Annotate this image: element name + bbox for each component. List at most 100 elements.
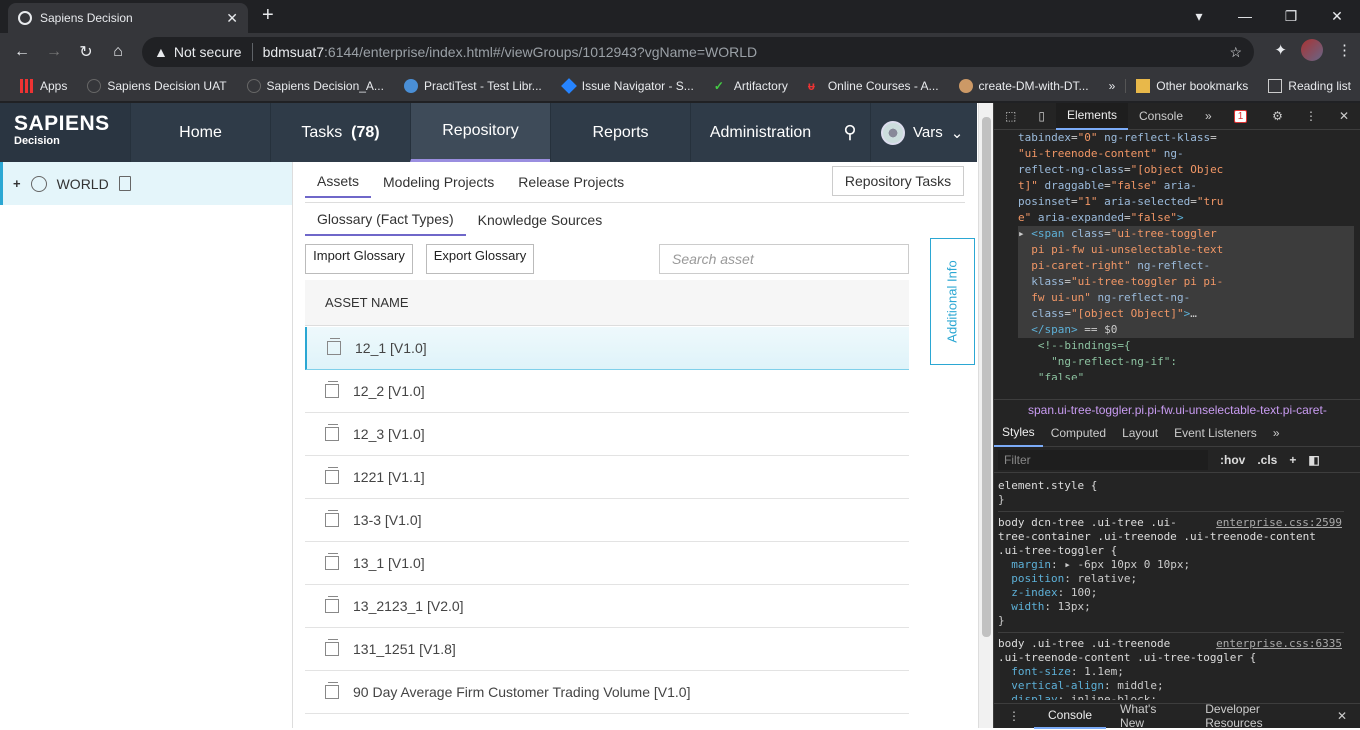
table-row[interactable]: 13_2123_1 [V2.0] <box>305 585 909 628</box>
tab-modeling-projects[interactable]: Modeling Projects <box>371 166 506 198</box>
other-bookmarks[interactable]: Other bookmarks <box>1125 79 1258 93</box>
bookmark-apps[interactable]: Apps <box>10 79 77 93</box>
tab-computed[interactable]: Computed <box>1043 420 1114 447</box>
table-row[interactable]: 13-3 [V1.0] <box>305 499 909 542</box>
drawer-menu-icon[interactable]: ⋮ <box>994 704 1034 729</box>
globe-icon <box>30 175 47 192</box>
inspect-icon[interactable]: ⬚ <box>994 103 1027 130</box>
device-toggle-icon[interactable]: ▯ <box>1027 103 1056 130</box>
reading-list[interactable]: Reading list <box>1258 79 1360 93</box>
table-row[interactable]: 13_1 [V1.0] <box>305 542 909 585</box>
more-tabs-icon[interactable]: » <box>1194 103 1223 130</box>
warning-icon: ▲ <box>154 44 168 60</box>
add-rule-icon[interactable]: + <box>1289 453 1296 467</box>
tab-elements[interactable]: Elements <box>1055 102 1128 130</box>
user-menu[interactable]: Vars ⌄ <box>870 103 963 162</box>
secondary-tabs: Glossary (Fact Types) Knowledge Sources <box>305 202 965 236</box>
nav-tasks[interactable]: Tasks (78) <box>270 103 410 162</box>
table-row[interactable]: 90 Day Average Firm Customer Trading Vol… <box>305 671 909 714</box>
bookmark-item[interactable]: PractiTest - Test Libr... <box>394 79 552 93</box>
expand-icon[interactable]: + <box>13 176 21 191</box>
tab-console[interactable]: Console <box>1128 103 1194 130</box>
bookmark-star-icon[interactable]: ☆ <box>1229 44 1242 61</box>
not-secure-label: Not secure <box>173 44 242 60</box>
more-bookmarks-icon[interactable]: » <box>1099 79 1126 93</box>
tab-styles[interactable]: Styles <box>994 420 1043 447</box>
sapiens-logo[interactable]: SAPIENS Decision <box>0 103 130 162</box>
asset-column-header[interactable]: ASSET NAME <box>305 280 909 326</box>
document-icon[interactable] <box>118 176 131 191</box>
tab-release-projects[interactable]: Release Projects <box>506 166 636 198</box>
bookmark-item[interactable]: Issue Navigator - S... <box>552 78 704 94</box>
dom-breadcrumb[interactable]: span.ui-tree-toggler.pi.pi-fw.ui-unselec… <box>994 399 1360 419</box>
user-name: Vars <box>913 124 943 141</box>
bookmark-item[interactable]: Sapiens Decision_A... <box>237 79 394 93</box>
styles-tabs: Styles Computed Layout Event Listeners » <box>994 420 1360 447</box>
forward-icon[interactable]: → <box>38 43 70 61</box>
settings-gear-icon[interactable]: ⚙ <box>1261 103 1294 130</box>
devtools-panel: ⬚ ▯ Elements Console » 1 ⚙ ⋮ ✕ tabindex=… <box>993 102 1360 730</box>
drawer-tab-whats-new[interactable]: What's New <box>1106 702 1191 730</box>
profile-avatar[interactable] <box>1301 39 1323 61</box>
main-content: Assets Modeling Projects Release Project… <box>295 162 977 728</box>
styles-filter-input[interactable]: Filter <box>998 450 1208 470</box>
extensions-icon[interactable]: ✦ <box>1274 41 1287 59</box>
minimize-icon[interactable]: — <box>1222 0 1268 32</box>
nav-reports[interactable]: Reports <box>550 103 690 162</box>
close-drawer-icon[interactable]: ✕ <box>1323 704 1360 729</box>
error-badge[interactable]: 1 <box>1223 103 1259 130</box>
bookmark-item[interactable]: Sapiens Decision UAT <box>77 79 236 93</box>
nav-administration[interactable]: Administration <box>690 103 830 162</box>
browser-tab[interactable]: Sapiens Decision ✕ <box>8 3 248 33</box>
main-scrollbar[interactable] <box>978 103 993 728</box>
hov-toggle[interactable]: :hov <box>1220 453 1245 467</box>
globe-icon <box>87 79 102 93</box>
sidebar-toggle-icon[interactable]: ◧ <box>1308 453 1319 467</box>
menu-icon[interactable]: ⋮ <box>1337 41 1352 59</box>
tab-assets[interactable]: Assets <box>305 166 372 198</box>
search-asset-input[interactable]: Search asset <box>659 244 909 274</box>
tree-node-world[interactable]: + WORLD <box>0 162 292 205</box>
table-row[interactable]: 12_1 [V1.0] <box>305 327 909 370</box>
drawer-tab-developer-resources[interactable]: Developer Resources <box>1191 702 1323 730</box>
export-glossary-button[interactable]: Export Glossary <box>426 244 534 274</box>
window-controls: ▾ — ❐ ✕ <box>1176 0 1360 32</box>
restore-icon[interactable]: ❐ <box>1268 0 1314 32</box>
cube-icon <box>325 682 339 699</box>
nav-repository[interactable]: Repository <box>410 103 550 162</box>
back-icon[interactable]: ← <box>6 43 38 61</box>
additional-info-panel-toggle[interactable]: Additional Info <box>930 238 975 365</box>
import-glossary-button[interactable]: Import Glossary <box>305 244 413 274</box>
bookmark-item[interactable]: create-DM-with-DT... <box>949 79 1099 93</box>
address-bar[interactable]: ▲ Not secure bdmsuat7 :6144/enterprise/i… <box>142 37 1254 67</box>
nav-home[interactable]: Home <box>130 103 270 162</box>
tab-glossary[interactable]: Glossary (Fact Types) <box>305 203 466 236</box>
tab-layout[interactable]: Layout <box>1114 420 1166 447</box>
search-icon[interactable]: ⚲ <box>830 103 870 162</box>
tab-knowledge-sources[interactable]: Knowledge Sources <box>466 203 615 236</box>
drawer-tab-console[interactable]: Console <box>1034 704 1107 729</box>
close-window-icon[interactable]: ✕ <box>1314 0 1360 32</box>
folder-icon <box>1136 79 1151 93</box>
table-row[interactable]: 1221 [V1.1] <box>305 456 909 499</box>
repository-tasks-button[interactable]: Repository Tasks <box>832 166 964 196</box>
close-tab-icon[interactable]: ✕ <box>226 10 238 27</box>
table-row[interactable]: 131_1251 [V1.8] <box>305 628 909 671</box>
browser-toolbar: ← → ↻ ⌂ ▲ Not secure bdmsuat7 :6144/ente… <box>0 33 1360 71</box>
close-devtools-icon[interactable]: ✕ <box>1328 103 1360 130</box>
table-row[interactable]: 12_2 [V1.0] <box>305 370 909 413</box>
bookmark-item[interactable]: ✓ Artifactory <box>704 79 798 93</box>
cls-toggle[interactable]: .cls <box>1257 453 1277 467</box>
bookmark-item[interactable]: ᵾ Online Courses - A... <box>798 79 949 93</box>
cube-icon <box>325 381 339 398</box>
home-icon[interactable]: ⌂ <box>102 43 134 61</box>
app-header: SAPIENS Decision Home Tasks (78) Reposit… <box>0 103 977 162</box>
devtools-menu-icon[interactable]: ⋮ <box>1294 103 1328 130</box>
reload-icon[interactable]: ↻ <box>70 42 102 62</box>
selected-dom-node[interactable]: ▸ <span class="ui-tree-toggler <box>1018 226 1354 242</box>
tab-event-listeners[interactable]: Event Listeners <box>1166 420 1265 447</box>
new-tab-icon[interactable]: + <box>262 4 274 27</box>
table-row[interactable]: 12_3 [V1.0] <box>305 413 909 456</box>
tab-search-icon[interactable]: ▾ <box>1176 0 1222 32</box>
more-style-tabs-icon[interactable]: » <box>1265 420 1288 447</box>
